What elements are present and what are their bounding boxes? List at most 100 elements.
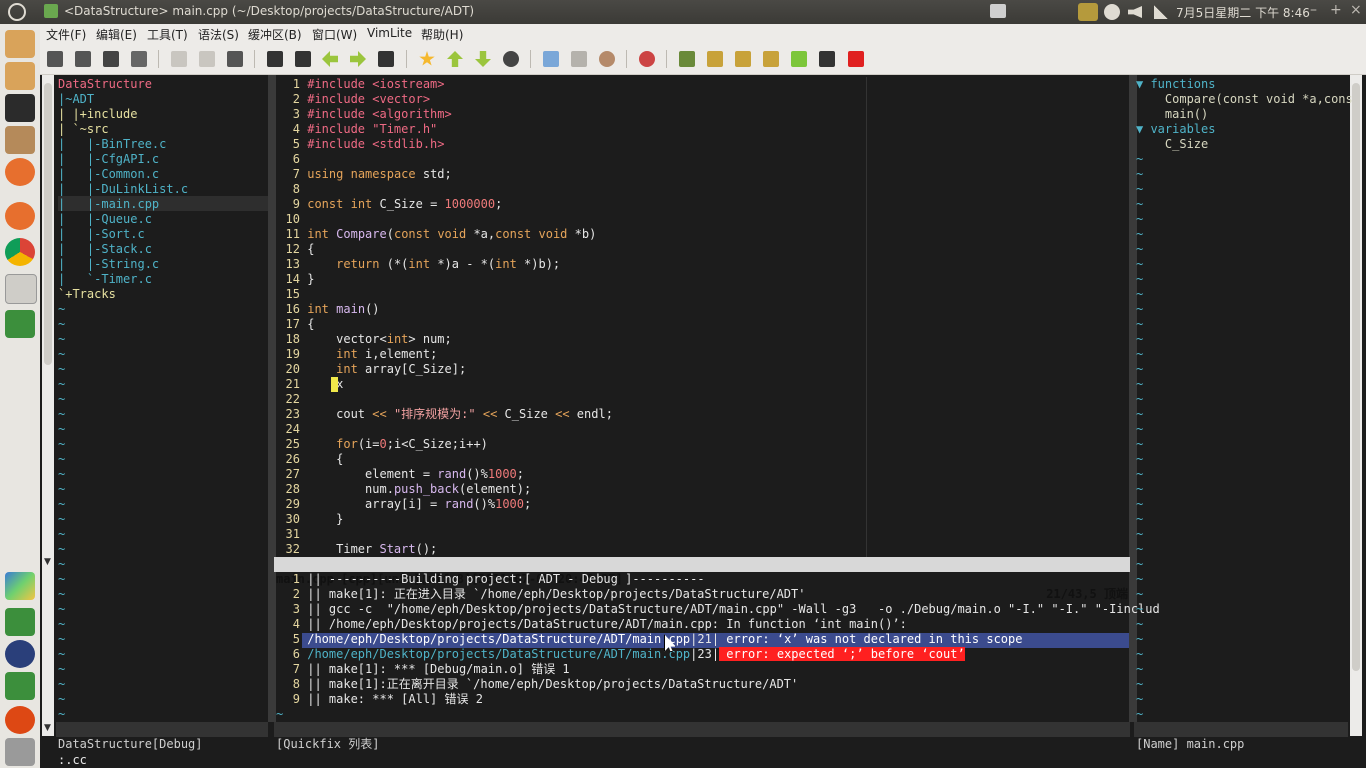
vim-tool-icon[interactable]	[5, 672, 35, 700]
downloads-icon[interactable]	[5, 62, 35, 90]
firefox-icon[interactable]	[5, 158, 35, 186]
find-icon[interactable]	[503, 51, 519, 67]
blocks-app-icon[interactable]	[5, 572, 35, 600]
quickfix-row[interactable]: 3 || gcc -c "/home/eph/Desktop/projects/…	[276, 602, 1160, 617]
messaging-icon[interactable]	[1078, 3, 1098, 21]
code-line[interactable]: 23 cout << "排序规模为:" << C_Size << endl;	[276, 407, 613, 422]
taglist-group-variables[interactable]: ▼ variables	[1136, 122, 1215, 137]
menu-syntax[interactable]: 语法(S)	[198, 26, 239, 43]
code-line[interactable]: 32 Timer Start();	[276, 542, 438, 557]
taglist-item[interactable]: main()	[1136, 107, 1208, 122]
scroll-down-icon[interactable]: ▼	[44, 723, 51, 733]
save-icon[interactable]	[103, 51, 119, 67]
code-line[interactable]: 27 element = rand()%1000;	[276, 467, 524, 482]
code-line[interactable]: 30 }	[276, 512, 344, 527]
open-icon[interactable]	[47, 51, 63, 67]
firefox-icon-2[interactable]	[5, 202, 35, 230]
network-signal-icon[interactable]	[1154, 5, 1168, 19]
tree-row[interactable]: | |-Sort.c	[58, 227, 145, 242]
tree-row[interactable]: | `-Timer.c	[58, 272, 152, 287]
copy-icon[interactable]	[199, 51, 215, 67]
code-line[interactable]: 9 const int C_Size = 1000000;	[276, 197, 503, 212]
tree-row[interactable]: | |+include	[58, 107, 137, 122]
save-all-icon[interactable]	[75, 51, 91, 67]
close-icon[interactable]: ×	[1350, 2, 1362, 18]
tree-row[interactable]: `+Tracks	[58, 287, 116, 302]
taglist-item[interactable]: Compare(const void *a,cons	[1136, 92, 1353, 107]
step-out-icon[interactable]	[763, 51, 779, 67]
tree-row[interactable]: | |-String.c	[58, 257, 159, 272]
code-line[interactable]: 26 {	[276, 452, 344, 467]
code-line[interactable]: 8	[276, 182, 307, 197]
code-line[interactable]: 31	[276, 527, 307, 542]
tree-row[interactable]: | `~src	[58, 122, 109, 137]
code-line[interactable]: 12 {	[276, 242, 315, 257]
code-line[interactable]: 29 array[i] = rand()%1000;	[276, 497, 532, 512]
cut-icon[interactable]	[171, 51, 187, 67]
taglist-group-functions[interactable]: ▼ functions	[1136, 77, 1215, 92]
code-line[interactable]: 7 using namespace std;	[276, 167, 452, 182]
forward-arrow-icon[interactable]	[350, 51, 366, 67]
left-scrollbar[interactable]: ▼ ▼	[42, 75, 54, 736]
code-line[interactable]: 22	[276, 392, 307, 407]
code-line[interactable]: 1 #include <iostream>	[276, 77, 445, 92]
tree-row[interactable]: | |-DuLinkList.c	[58, 182, 188, 197]
quickfix-row[interactable]: 4 || /home/eph/Desktop/projects/DataStru…	[276, 617, 907, 632]
code-line[interactable]: 11 int Compare(const void *a,const void …	[276, 227, 597, 242]
step-over-icon[interactable]	[735, 51, 751, 67]
code-line[interactable]: 15	[276, 287, 307, 302]
code-line[interactable]: 4 #include "Timer.h"	[276, 122, 438, 137]
ubuntu-logo-icon[interactable]	[8, 3, 26, 21]
step-into-icon[interactable]	[707, 51, 723, 67]
quickfix-row[interactable]: 7 || make[1]: *** [Debug/main.o] 错误 1	[276, 662, 570, 677]
right-scrollbar[interactable]	[1350, 75, 1362, 736]
redo-icon[interactable]	[295, 51, 311, 67]
quickfix-row[interactable]: 8 || make[1]:正在离开目录 `/home/eph/Desktop/p…	[276, 677, 799, 692]
quickfix-row[interactable]: 2 || make[1]: 正在进入目录 `/home/eph/Desktop/…	[276, 587, 806, 602]
clean-icon[interactable]	[571, 51, 587, 67]
tree-row[interactable]: | |-CfgAPI.c	[58, 152, 159, 167]
code-line[interactable]: 28 num.push_back(element);	[276, 482, 532, 497]
back-arrow-icon[interactable]	[322, 51, 338, 67]
code-line[interactable]: 24	[276, 422, 307, 437]
home-folder-icon[interactable]	[5, 30, 35, 58]
tree-row-selected[interactable]: | |-main.cpp	[58, 197, 159, 212]
vim-icon[interactable]	[5, 310, 35, 338]
code-line[interactable]: 16 int main()	[276, 302, 380, 317]
jump-icon[interactable]	[378, 51, 394, 67]
trash-icon[interactable]	[5, 738, 35, 766]
stop-icon[interactable]	[848, 51, 864, 67]
close-buffer-icon[interactable]	[131, 51, 147, 67]
globe-app-icon[interactable]	[5, 640, 35, 668]
volume-icon[interactable]	[1128, 6, 1142, 18]
error-file-path[interactable]: /home/eph/Desktop/projects/DataStructure…	[307, 632, 690, 646]
menu-window[interactable]: 窗口(W)	[312, 26, 357, 43]
code-line[interactable]: 14 }	[276, 272, 315, 287]
right-scrollbar-thumb[interactable]	[1352, 83, 1360, 671]
tree-row[interactable]: |~ADT	[58, 92, 94, 107]
quickfix-row[interactable]: 1 || ----------Building project:[ ADT - …	[276, 572, 705, 587]
terminal-icon[interactable]	[5, 94, 35, 122]
code-line[interactable]: 13 return (*(int *)a - *(int *)b);	[276, 257, 561, 272]
menu-buffers[interactable]: 缓冲区(B)	[248, 26, 302, 43]
minimize-icon[interactable]: –	[1310, 2, 1317, 18]
archive-manager-icon[interactable]	[5, 126, 35, 154]
file-manager-icon[interactable]	[5, 274, 37, 304]
tree-row[interactable]: | |-Common.c	[58, 167, 159, 182]
menu-edit[interactable]: 编辑(E)	[96, 26, 137, 43]
paste-icon[interactable]	[227, 51, 243, 67]
code-line[interactable]: 18 vector<int> num;	[276, 332, 452, 347]
bookmark-star-icon[interactable]	[419, 51, 435, 66]
left-scrollbar-thumb[interactable]	[44, 83, 52, 365]
code-line[interactable]: 10	[276, 212, 307, 227]
clock[interactable]: 7月5日星期二 下午 8:46	[1176, 4, 1310, 21]
continue-icon[interactable]	[791, 51, 807, 67]
quickfix-row[interactable]: 9 || make: *** [All] 错误 2	[276, 692, 483, 707]
undo-icon[interactable]	[267, 51, 283, 67]
keyboard-icon[interactable]	[990, 4, 1006, 18]
error-file-path[interactable]: /home/eph/Desktop/projects/DataStructure…	[307, 647, 690, 661]
build-icon[interactable]	[543, 51, 559, 67]
quickfix-row-selected[interactable]: 5 /home/eph/Desktop/projects/DataStructu…	[276, 632, 1023, 647]
tree-row[interactable]: DataStructure	[58, 77, 152, 92]
media-play-icon[interactable]	[1104, 4, 1120, 20]
